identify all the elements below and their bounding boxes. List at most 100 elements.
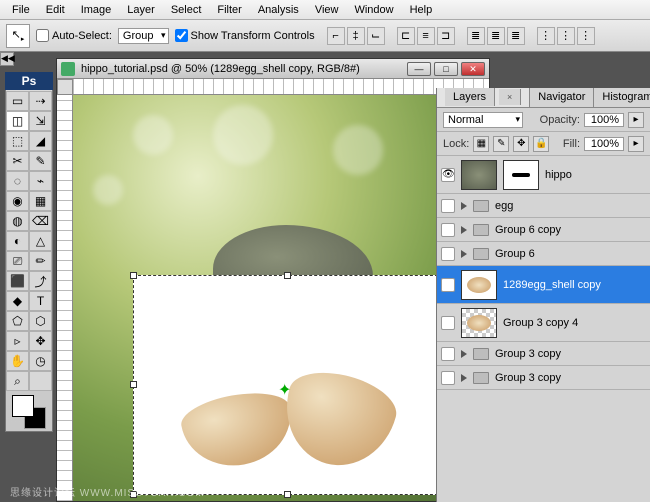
visibility-toggle[interactable]: [441, 247, 455, 261]
visibility-toggle[interactable]: [441, 316, 455, 330]
visibility-toggle[interactable]: 👁: [441, 278, 455, 292]
dist-4-icon[interactable]: ⋮: [537, 27, 555, 45]
autoselect-checkbox[interactable]: Auto-Select:: [36, 29, 112, 42]
visibility-toggle[interactable]: [441, 371, 455, 385]
layer-thumbnail[interactable]: [461, 270, 497, 300]
menu-image[interactable]: Image: [73, 1, 120, 19]
tool-1[interactable]: ⇢: [29, 91, 52, 111]
layer-row-1[interactable]: egg: [437, 194, 650, 218]
tool-29[interactable]: [29, 371, 52, 391]
tool-18[interactable]: ⬛: [6, 271, 29, 291]
show-transform-input[interactable]: [175, 29, 188, 42]
layer-row-7[interactable]: Group 3 copy: [437, 366, 650, 390]
handle-s[interactable]: [284, 491, 291, 498]
tab-close-icon[interactable]: ×: [499, 89, 521, 105]
tab-layers[interactable]: Layers×: [437, 88, 530, 107]
layer-name[interactable]: hippo: [545, 169, 646, 181]
horizontal-ruler[interactable]: [73, 79, 489, 95]
layer-name[interactable]: Group 6: [495, 248, 646, 260]
minimize-button[interactable]: —: [407, 62, 431, 76]
tool-19[interactable]: ⤴: [29, 271, 52, 291]
expand-triangle-icon[interactable]: [461, 250, 467, 258]
tool-16[interactable]: ⎚: [6, 251, 29, 271]
expand-triangle-icon[interactable]: [461, 350, 467, 358]
layer-list[interactable]: 👁 hippo egg Group 6 copy Group 6 👁 1289egg_she…: [437, 156, 650, 502]
layer-row-2[interactable]: Group 6 copy: [437, 218, 650, 242]
ruler-origin[interactable]: [57, 79, 73, 95]
tool-8[interactable]: ◌: [6, 171, 29, 191]
tool-preset-picker[interactable]: ↖▸: [6, 24, 30, 48]
handle-w[interactable]: [130, 381, 137, 388]
tool-6[interactable]: ✂: [6, 151, 29, 171]
expand-triangle-icon[interactable]: [461, 226, 467, 234]
align-vcenter-icon[interactable]: ‡: [347, 27, 365, 45]
menu-view[interactable]: View: [307, 1, 347, 19]
align-left-icon[interactable]: ⊏: [397, 27, 415, 45]
tool-4[interactable]: ⬚: [6, 131, 29, 151]
lock-position-icon[interactable]: ✥: [513, 136, 529, 152]
layer-row-3[interactable]: Group 6: [437, 242, 650, 266]
tool-26[interactable]: ✋: [6, 351, 29, 371]
document-titlebar[interactable]: hippo_tutorial.psd @ 50% (1289egg_shell …: [57, 59, 489, 79]
lock-transparency-icon[interactable]: ▦: [473, 136, 489, 152]
tool-5[interactable]: ◢: [29, 131, 52, 151]
layer-name[interactable]: 1289egg_shell copy: [503, 279, 646, 291]
tool-14[interactable]: ◐: [6, 231, 29, 251]
tool-28[interactable]: ⌕: [6, 371, 29, 391]
align-hcenter-icon[interactable]: ≡: [417, 27, 435, 45]
layer-row-5[interactable]: Group 3 copy 4: [437, 304, 650, 342]
tool-15[interactable]: △: [29, 231, 52, 251]
layer-name[interactable]: Group 3 copy: [495, 348, 646, 360]
menu-select[interactable]: Select: [163, 1, 210, 19]
tool-22[interactable]: ⬠: [6, 311, 29, 331]
tool-24[interactable]: ▹: [6, 331, 29, 351]
layer-row-6[interactable]: Group 3 copy: [437, 342, 650, 366]
layer-name[interactable]: egg: [495, 200, 646, 212]
lock-pixels-icon[interactable]: ✎: [493, 136, 509, 152]
visibility-toggle[interactable]: [441, 199, 455, 213]
dist-2-icon[interactable]: ≣: [487, 27, 505, 45]
tool-17[interactable]: ✏: [29, 251, 52, 271]
tab-navigator[interactable]: Navigator: [530, 88, 594, 107]
tool-3[interactable]: ⇲: [29, 111, 52, 131]
menu-edit[interactable]: Edit: [38, 1, 73, 19]
tool-0[interactable]: ▭: [6, 91, 29, 111]
handle-sw[interactable]: [130, 491, 137, 498]
layer-mask-thumbnail[interactable]: [503, 160, 539, 190]
vertical-ruler[interactable]: [57, 95, 73, 501]
foreground-swatch[interactable]: [12, 395, 34, 417]
align-top-icon[interactable]: ⌐: [327, 27, 345, 45]
menu-layer[interactable]: Layer: [119, 1, 163, 19]
show-transform-checkbox[interactable]: Show Transform Controls: [175, 29, 315, 42]
tool-7[interactable]: ✎: [29, 151, 52, 171]
tool-11[interactable]: ▦: [29, 191, 52, 211]
menu-window[interactable]: Window: [346, 1, 401, 19]
autoselect-input[interactable]: [36, 29, 49, 42]
tool-25[interactable]: ✥: [29, 331, 52, 351]
dist-5-icon[interactable]: ⋮: [557, 27, 575, 45]
lock-all-icon[interactable]: 🔒: [533, 136, 549, 152]
visibility-toggle[interactable]: 👁: [441, 168, 455, 182]
tool-12[interactable]: ◍: [6, 211, 29, 231]
fill-flyout-icon[interactable]: ▸: [628, 136, 644, 152]
transform-center-icon[interactable]: ✦: [278, 380, 291, 400]
blend-mode-select[interactable]: Normal: [443, 112, 523, 128]
align-bottom-icon[interactable]: ⌙: [367, 27, 385, 45]
layer-row-0[interactable]: 👁 hippo: [437, 156, 650, 194]
visibility-toggle[interactable]: [441, 347, 455, 361]
layer-row-4[interactable]: 👁 1289egg_shell copy: [437, 266, 650, 304]
maximize-button[interactable]: □: [434, 62, 458, 76]
handle-n[interactable]: [284, 272, 291, 279]
align-right-icon[interactable]: ⊐: [437, 27, 455, 45]
tool-2[interactable]: ◫: [6, 111, 29, 131]
tab-histogram[interactable]: Histogram: [594, 88, 650, 107]
tool-21[interactable]: T: [29, 291, 52, 311]
close-button[interactable]: ✕: [461, 62, 485, 76]
canvas-area[interactable]: ✦: [73, 95, 489, 501]
menu-filter[interactable]: Filter: [209, 1, 249, 19]
menu-analysis[interactable]: Analysis: [250, 1, 307, 19]
visibility-toggle[interactable]: [441, 223, 455, 237]
fill-value[interactable]: 100%: [584, 137, 624, 151]
dist-6-icon[interactable]: ⋮: [577, 27, 595, 45]
tool-23[interactable]: ⬡: [29, 311, 52, 331]
